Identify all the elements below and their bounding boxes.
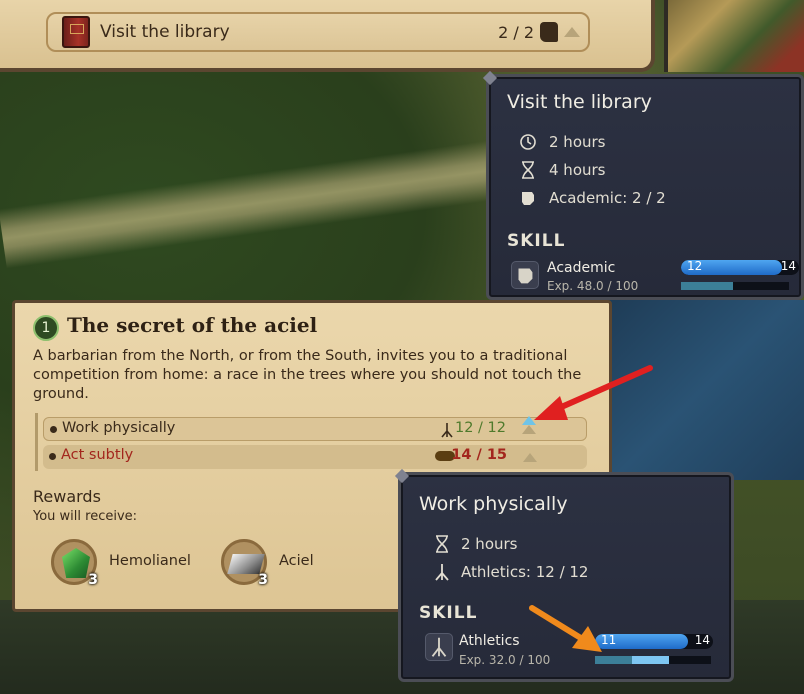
skill-level-bar: 11 14 — [595, 634, 713, 649]
hourglass-icon — [436, 535, 448, 553]
duration-text: 2 hours — [549, 133, 606, 151]
skill-level-max: 14 — [694, 634, 710, 647]
skill-name: Academic — [547, 260, 616, 276]
skill-exp-bar — [681, 282, 789, 290]
skill-exp-bar — [595, 656, 711, 664]
rewards-subtitle: You will receive: — [33, 509, 138, 524]
athletics-icon — [441, 423, 453, 438]
choice-label: Work physically — [62, 420, 176, 436]
choice-bullet — [49, 453, 56, 460]
skill-heading: SKILL — [507, 231, 566, 251]
tooltip-title: Visit the library — [507, 91, 652, 113]
quest-number-badge: 1 — [33, 315, 59, 341]
fist-icon — [540, 22, 558, 42]
tooltip-title: Work physically — [419, 493, 568, 515]
green-gem-icon — [62, 548, 90, 578]
red-annotation-arrow — [534, 365, 653, 420]
skill-icon-box — [425, 633, 453, 661]
clock-icon — [520, 134, 536, 150]
choice-value: 12 / 12 — [454, 420, 506, 436]
athletics-icon — [431, 637, 447, 657]
metal-ingot-icon — [227, 554, 265, 574]
top-task-bar: Visit the library 2 / 2 — [0, 0, 655, 72]
task-item-visit-library[interactable]: Visit the library 2 / 2 — [46, 12, 590, 52]
skill-name: Athletics — [459, 633, 520, 649]
skill-exp-gain-fill — [632, 656, 670, 664]
reward-qty: 3 — [258, 572, 268, 588]
choice-label: Act subtly — [61, 447, 134, 463]
skill-heading: SKILL — [419, 603, 478, 623]
expand-triangle-icon[interactable] — [523, 453, 537, 462]
map-road — [0, 131, 562, 269]
quest-description: A barbarian from the North, or from the … — [33, 348, 582, 402]
reward-qty: 3 — [88, 572, 98, 588]
quest-title: The secret of the aciel — [67, 313, 318, 337]
rewards-heading: Rewards — [33, 487, 101, 506]
requirement-text: Academic: 2 / 2 — [549, 189, 666, 207]
choice-act-subtly[interactable]: Act subtly 14 / 15 — [43, 445, 587, 469]
total-time-text: 4 hours — [549, 161, 606, 179]
fist-icon — [518, 268, 533, 284]
city-thumbnail[interactable] — [664, 0, 804, 72]
choice-value: 14 / 15 — [451, 447, 507, 463]
reward-name: Hemolianel — [109, 553, 191, 569]
reward-hemolianel[interactable]: 3 — [51, 539, 98, 588]
reward-aciel[interactable]: 3 — [221, 539, 268, 588]
task-title: Visit the library — [100, 22, 230, 42]
orange-annotation-arrow — [529, 605, 602, 652]
choice-work-physically[interactable]: Work physically 12 / 12 — [43, 416, 587, 441]
library-tooltip: Visit the library 2 hours 4 hours Academ… — [482, 70, 804, 300]
skill-level-bar: 12 14 — [681, 260, 799, 275]
skill-level-current: 12 — [687, 260, 703, 273]
athletics-icon — [435, 564, 449, 581]
choices-rail — [35, 413, 38, 471]
duration-text: 2 hours — [461, 535, 518, 553]
book-icon — [62, 16, 90, 48]
reward-name: Aciel — [279, 553, 314, 569]
requirement-text: Athletics: 12 / 12 — [461, 563, 589, 581]
skill-icon-box — [511, 261, 539, 289]
hourglass-icon — [522, 161, 534, 179]
skill-exp: Exp. 48.0 / 100 — [547, 279, 639, 293]
collapse-triangle-icon[interactable] — [564, 27, 580, 37]
skill-level-max: 14 — [780, 260, 796, 273]
task-progress: 2 / 2 — [498, 23, 534, 42]
choice-bullet — [50, 426, 57, 433]
skill-exp-fill — [681, 282, 733, 290]
fist-icon — [522, 192, 534, 205]
